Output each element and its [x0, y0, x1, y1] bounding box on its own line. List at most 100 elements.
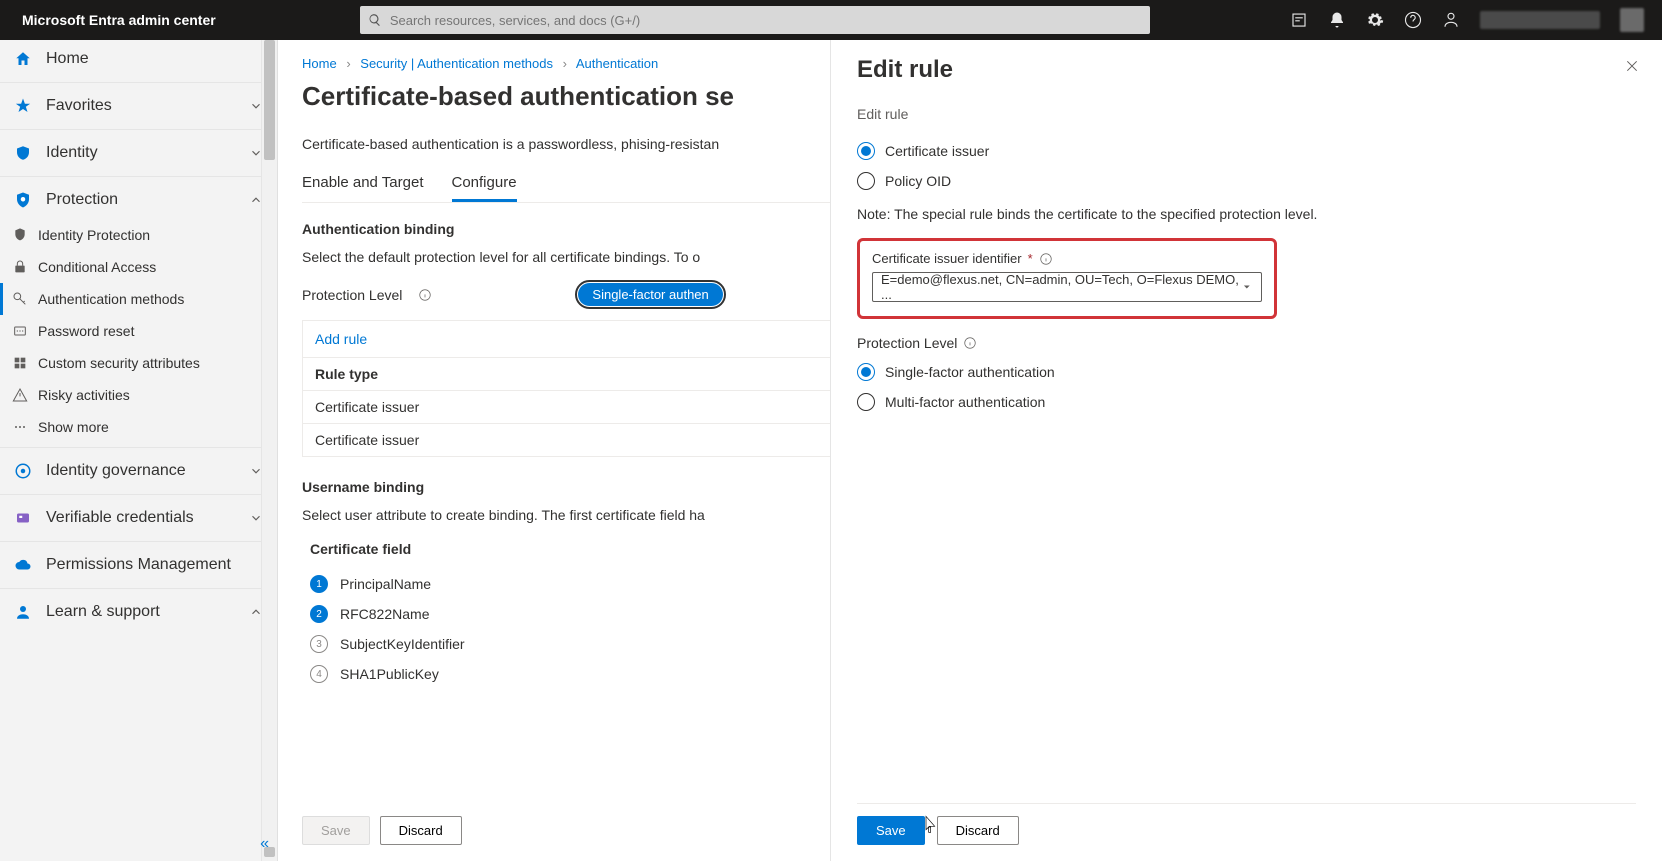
account-avatar-obscured[interactable] [1620, 8, 1644, 32]
panel-protection-label: Protection Level [857, 335, 957, 351]
radio-multi-factor[interactable]: Multi-factor authentication [857, 387, 1636, 417]
sidebar-label: Protection [46, 191, 118, 209]
edit-rule-panel: Edit rule Edit rule Certificate issuer P… [830, 40, 1662, 861]
sidebar-item-learn-support[interactable]: Learn & support [0, 593, 277, 631]
panel-discard-button[interactable]: Discard [937, 816, 1019, 845]
priority-badge-1: 1 [310, 575, 328, 593]
sidebar-label: Home [46, 50, 89, 68]
home-icon [14, 50, 32, 68]
identifier-label: Certificate issuer identifier [872, 251, 1022, 266]
sidebar-label: Conditional Access [38, 259, 156, 275]
sidebar-item-favorites[interactable]: Favorites [0, 87, 277, 125]
warning-icon [12, 387, 28, 403]
breadcrumb-home[interactable]: Home [302, 56, 337, 71]
copilot-icon[interactable] [1290, 11, 1308, 29]
lock-icon [12, 259, 28, 275]
tab-configure[interactable]: Configure [452, 170, 517, 202]
sidebar-item-password-reset[interactable]: Password reset [0, 315, 277, 347]
chevron-down-icon [249, 464, 263, 478]
sidebar-label: Authentication methods [38, 291, 184, 307]
sidebar-item-authentication-methods[interactable]: Authentication methods [0, 283, 277, 315]
radio-icon [857, 142, 875, 160]
breadcrumb-security[interactable]: Security | Authentication methods [360, 56, 553, 71]
main-content: Home › Security | Authentication methods… [278, 40, 1662, 861]
protection-level-pill-single[interactable]: Single-factor authen [578, 283, 722, 306]
chevron-down-icon [249, 511, 263, 525]
account-name-obscured [1480, 11, 1600, 29]
sidebar-label: Custom security attributes [38, 355, 200, 371]
sidebar-item-protection[interactable]: Protection [0, 181, 277, 219]
support-icon [14, 603, 32, 621]
info-icon[interactable] [963, 336, 977, 350]
radio-icon [857, 393, 875, 411]
info-icon[interactable] [1039, 252, 1053, 266]
cert-field-label: SHA1PublicKey [340, 666, 439, 682]
credentials-icon [14, 509, 32, 527]
protection-icon [14, 191, 32, 209]
breadcrumb-auth[interactable]: Authentication [576, 56, 658, 71]
radio-single-factor[interactable]: Single-factor authentication [857, 357, 1636, 387]
shield-icon [12, 227, 28, 243]
radio-icon [857, 172, 875, 190]
sidebar-item-custom-security-attributes[interactable]: Custom security attributes [0, 347, 277, 379]
key-icon [12, 291, 28, 307]
sidebar-item-identity[interactable]: Identity [0, 134, 277, 172]
sidebar-item-risky-activities[interactable]: Risky activities [0, 379, 277, 411]
panel-section-label: Edit rule [857, 106, 1636, 122]
cert-field-label: PrincipalName [340, 576, 431, 592]
collapse-sidebar-button[interactable]: « [260, 835, 269, 853]
sidebar-label: Permissions Management [46, 556, 231, 574]
brand-title: Microsoft Entra admin center [10, 12, 228, 28]
notifications-icon[interactable] [1328, 11, 1346, 29]
priority-badge-3: 3 [310, 635, 328, 653]
identifier-select[interactable]: E=demo@flexus.net, CN=admin, OU=Tech, O=… [872, 272, 1262, 302]
sidebar-item-identity-protection[interactable]: Identity Protection [0, 219, 277, 251]
sidebar-item-home[interactable]: Home [0, 40, 277, 78]
main-save-button[interactable]: Save [302, 816, 370, 845]
global-search[interactable] [360, 6, 1150, 34]
sidebar-label: Verifiable credentials [46, 509, 194, 527]
cloud-icon [14, 556, 32, 574]
sidebar-item-show-more[interactable]: Show more [0, 411, 277, 443]
tab-enable-target[interactable]: Enable and Target [302, 170, 424, 202]
search-icon [368, 13, 382, 27]
radio-label: Single-factor authentication [885, 364, 1055, 380]
priority-badge-4: 4 [310, 665, 328, 683]
sidebar-label: Learn & support [46, 603, 160, 621]
sidebar-label: Identity Protection [38, 227, 150, 243]
star-icon [14, 97, 32, 115]
sidebar-label: Show more [38, 419, 109, 435]
attributes-icon [12, 355, 28, 371]
radio-policy-oid[interactable]: Policy OID [857, 166, 1636, 196]
sidebar-label: Identity governance [46, 462, 186, 480]
highlighted-identifier-section: Certificate issuer identifier * E=demo@f… [857, 238, 1277, 319]
sidebar-item-verifiable-credentials[interactable]: Verifiable credentials [0, 499, 277, 537]
protection-level-label: Protection Level [302, 287, 402, 303]
sidebar-item-conditional-access[interactable]: Conditional Access [0, 251, 277, 283]
radio-certificate-issuer[interactable]: Certificate issuer [857, 136, 1636, 166]
sidebar-item-permissions-management[interactable]: Permissions Management [0, 546, 277, 584]
panel-note-text: Note: The special rule binds the certifi… [857, 206, 1636, 222]
main-discard-button[interactable]: Discard [380, 816, 462, 845]
panel-save-button[interactable]: Save [857, 816, 925, 845]
chevron-down-icon [1241, 281, 1253, 293]
governance-icon [14, 462, 32, 480]
feedback-icon[interactable] [1442, 11, 1460, 29]
sidebar-label: Password reset [38, 323, 134, 339]
radio-icon [857, 363, 875, 381]
sidebar-item-identity-governance[interactable]: Identity governance [0, 452, 277, 490]
panel-title: Edit rule [857, 56, 1636, 84]
search-input[interactable] [390, 13, 1142, 28]
sidebar-label: Favorites [46, 97, 112, 115]
priority-badge-2: 2 [310, 605, 328, 623]
help-icon[interactable] [1404, 11, 1422, 29]
chevron-up-icon [249, 605, 263, 619]
panel-save-label: Save [876, 823, 906, 838]
settings-icon[interactable] [1366, 11, 1384, 29]
identifier-value: E=demo@flexus.net, CN=admin, OU=Tech, O=… [881, 272, 1241, 302]
panel-close-button[interactable] [1624, 58, 1640, 79]
required-asterisk: * [1028, 251, 1033, 266]
radio-label: Policy OID [885, 173, 951, 189]
chevron-down-icon [249, 99, 263, 113]
info-icon[interactable] [418, 288, 432, 302]
